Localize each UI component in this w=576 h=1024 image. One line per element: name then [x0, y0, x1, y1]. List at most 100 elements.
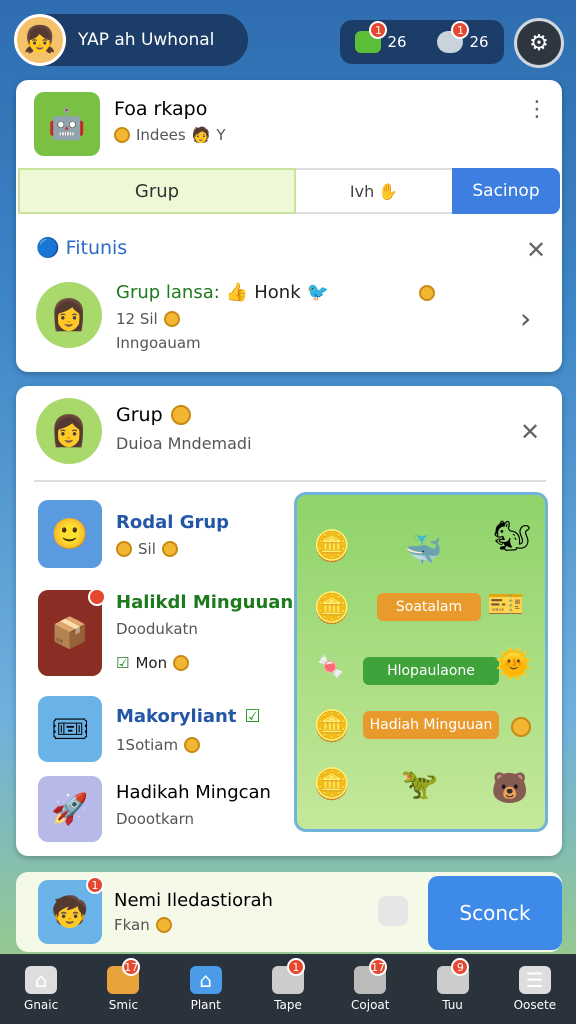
nav-item-home[interactable]: ⌂ Gnaic [0, 954, 82, 1024]
search-button[interactable]: Sacinop [452, 168, 560, 214]
list-item-line2: Sil [138, 540, 156, 558]
hand-icon: ✋ [378, 181, 399, 201]
top-card-subtitle: Indees [136, 126, 186, 144]
list-thumb-ticket[interactable]: 🎟 [38, 696, 102, 762]
candy-icon: 🍬 [317, 655, 345, 680]
resource-chat[interactable]: 1 26 [437, 21, 489, 53]
coin-stack-icon: 🪙 [313, 529, 351, 564]
list-item-line3-row: ☑ Mon [116, 654, 190, 672]
nav-label: Tape [274, 998, 302, 1012]
robot-avatar: 🤖 [34, 92, 100, 156]
bottom-search-button[interactable]: Sconck [428, 876, 562, 950]
resource-bar: 1 26 1 26 [340, 20, 504, 64]
coin-icon [114, 127, 130, 143]
resource-badge: 1 [451, 21, 470, 39]
list-thumb-smiley[interactable]: 🙂 [38, 500, 102, 568]
nav-badge: 17 [122, 958, 141, 976]
close-icon[interactable]: ✕ [526, 236, 546, 264]
nav-badge: 1 [286, 958, 305, 976]
menu-icon: ☰ [518, 966, 551, 994]
close-icon[interactable]: ✕ [520, 418, 540, 446]
friend-line3: Inngoauam [116, 334, 201, 352]
home-icon: ⌂ [25, 966, 58, 994]
coin-icon [511, 717, 531, 737]
settings-button[interactable]: ⚙ [514, 18, 564, 68]
nav-item-plant[interactable]: ⌂ Plant [165, 954, 247, 1024]
list-item-title[interactable]: Makoryliant [116, 706, 236, 727]
friend-line2: 12 Sil [116, 310, 158, 328]
player-avatar[interactable]: 👧 [14, 14, 66, 66]
profile-pill[interactable]: 👧 YAP ah Uwhonal [14, 14, 248, 66]
coin-stack-icon: 🪙 [313, 767, 351, 802]
list-item-line2: Doodukatn [116, 620, 198, 638]
nav-item-shop[interactable]: 17 Smic [82, 954, 164, 1024]
person-icon: 🧑 [191, 126, 211, 144]
house-icon: ⌂ [189, 966, 222, 994]
nav-item-tape[interactable]: 1 Tape [247, 954, 329, 1024]
list-item-line2-row: Sil [116, 540, 178, 558]
nav-label: Cojoat [351, 998, 390, 1012]
bird-icon: 🐦 [306, 282, 330, 303]
friends-title: Fitunis [65, 236, 128, 259]
nav-item-oosete[interactable]: ☰ Oosete [494, 954, 576, 1024]
bottom-subtitle: Fkan [114, 916, 150, 934]
list-thumb-rocket[interactable]: 🚀 [38, 776, 102, 842]
tab-grup[interactable]: Grup [18, 168, 296, 214]
friend-title-2: Honk [254, 282, 301, 303]
nav-badge: 17 [369, 958, 388, 976]
resource-gems[interactable]: 1 26 [355, 21, 407, 53]
top-card-subtitle-suffix: Y [216, 126, 226, 144]
player-name: YAP ah Uwhonal [78, 30, 215, 50]
nav-label: Smic [108, 998, 139, 1012]
resource-badge: 1 [369, 21, 388, 39]
chevron-right-icon[interactable]: › [520, 302, 531, 335]
bottom-title: Nemi Iledastiorah [114, 890, 273, 911]
friend-avatar[interactable]: 👩 [36, 282, 102, 348]
list-item-line3: Mon [135, 654, 168, 672]
ticket-icon: 🎫 [487, 587, 525, 622]
list-item-title[interactable]: Halikdl Minguuan [116, 592, 293, 613]
nav-label: Oosete [513, 998, 557, 1012]
bottom-nav: ⌂ Gnaic 17 Smic ⌂ Plant 1 Tape 17 Cojoat… [0, 954, 576, 1024]
check-icon: ☑ [116, 654, 130, 672]
group-title: Grup [116, 404, 163, 426]
coin-stack-icon: 🪙 [313, 591, 351, 626]
coin-icon [163, 311, 180, 327]
list-item-line2-row: 1Sotiam [116, 736, 201, 754]
friend-title-row: Grup lansa: 👍 Honk 🐦 [116, 282, 436, 303]
top-card-subtitle-row: Indees 🧑 Y [114, 126, 226, 144]
dinosaur-icon: 🦖 [401, 767, 439, 802]
nav-item-cojoat[interactable]: 17 Cojoat [329, 954, 411, 1024]
coin-icon [161, 541, 178, 557]
nav-item-tuu[interactable]: 9 Tuu [411, 954, 493, 1024]
sun-icon: 🌞 [495, 647, 533, 682]
reward-ribbon[interactable]: Hadiah Minguuan [363, 711, 499, 739]
ribbon-label: Hlopaulaone [387, 663, 475, 679]
ribbon-label: Soatalam [395, 599, 463, 615]
coin-icon [173, 655, 190, 671]
list-item-line2: Doootkarn [116, 810, 194, 828]
fish-icon: 🐳 [405, 533, 443, 568]
tab-mid-label: Ivh [349, 181, 375, 201]
bottom-badge: 1 [86, 876, 104, 894]
list-item-title[interactable]: Hadikah Mingcan [116, 782, 271, 803]
resource-value: 26 [469, 33, 489, 51]
check-icon: ☑ [244, 706, 261, 727]
reward-ribbon[interactable]: Soatalam [377, 593, 481, 621]
list-item-title-row: Makoryliant ☑ [116, 706, 261, 727]
chat-bubble-icon[interactable] [378, 896, 408, 926]
reward-panel: 🪙 🐳 🐿 🪙 Soatalam 🎫 🍬 Hlopaulaone 🌞 🪙 Had… [294, 492, 548, 832]
friend-title: Grup lansa: [116, 282, 220, 303]
nav-label: Plant [190, 998, 221, 1012]
gear-icon: ⚙ [529, 30, 549, 56]
tab-search-input[interactable]: Ivh ✋ [296, 168, 452, 214]
friends-icon: 🔵 [36, 237, 60, 259]
list-item-title[interactable]: Rodal Grup [116, 512, 229, 533]
more-options-icon[interactable]: ⋮ [526, 99, 548, 121]
squirrel-icon: 🐿 [493, 519, 532, 554]
reward-ribbon[interactable]: Hlopaulaone [363, 657, 499, 685]
friends-header: 🔵 Fitunis [36, 236, 128, 260]
nav-label: Gnaic [24, 998, 59, 1012]
list-item-line2: 1Sotiam [116, 736, 179, 754]
coin-icon [184, 737, 201, 753]
